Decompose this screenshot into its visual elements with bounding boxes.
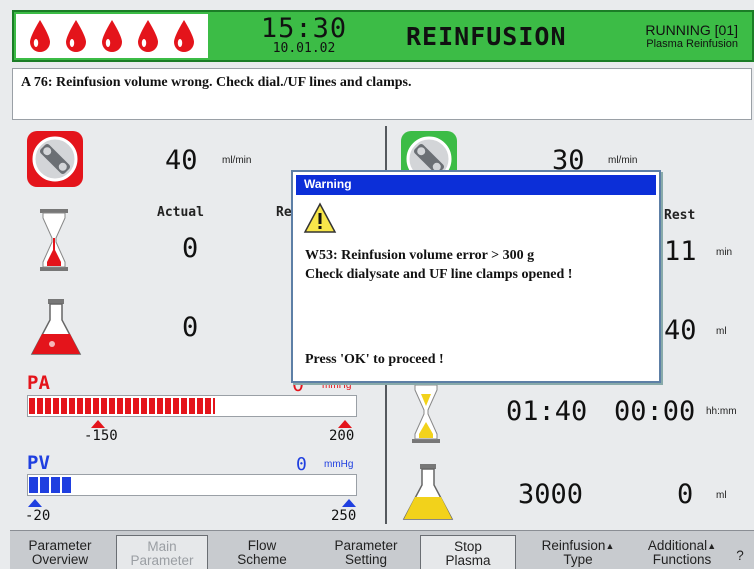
caret-up-icon: ▲ xyxy=(707,541,717,551)
warning-icon xyxy=(303,202,337,239)
pa-pressure-fill xyxy=(29,398,215,414)
btn-label-line1: Main xyxy=(147,539,177,554)
right-rest-time-unit: min xyxy=(716,247,733,258)
btn-label-line1: Parameter xyxy=(334,538,398,553)
left-pump-icon[interactable] xyxy=(26,130,84,193)
flask-red-icon xyxy=(30,298,82,363)
clock-time: 15:30 xyxy=(260,13,348,44)
btn-label-line1: Stop xyxy=(454,539,482,554)
btn-label-line1: Reinfusion xyxy=(541,538,606,553)
pv-max-label: 250 xyxy=(331,508,357,524)
alarm-message-bar: A 76: Reinfusion volume wrong. Check dia… xyxy=(12,68,752,120)
blood-drop-icon xyxy=(101,19,123,53)
blood-drop-icon xyxy=(65,19,87,53)
pa-label: PA xyxy=(27,372,50,394)
btn-label-line1: Parameter xyxy=(28,538,92,553)
left-volume-actual: 0 xyxy=(182,312,199,343)
right-rest-volume: 40 xyxy=(664,315,697,346)
flow-scheme-button[interactable]: Flow Scheme xyxy=(216,535,308,569)
volume-unit: ml xyxy=(716,490,727,501)
parameter-setting-button[interactable]: Parameter Setting xyxy=(316,535,416,569)
pv-pressure-bar xyxy=(27,474,357,496)
status-main: RUNNING [01] xyxy=(645,22,738,38)
blood-drops-indicator xyxy=(16,14,208,58)
pa-max-marker-icon xyxy=(338,420,352,428)
pv-unit: mmHg xyxy=(324,459,354,470)
blood-drop-icon xyxy=(173,19,195,53)
hourglass-yellow-icon xyxy=(410,380,442,449)
warning-dialog[interactable]: Warning W53: Reinfusion volume error > 3… xyxy=(291,170,661,383)
btn-label-line2: Setting xyxy=(344,552,388,567)
reinfusion-screen: 15:30 10.01.02 REINFUSION RUNNING [01] P… xyxy=(0,0,754,569)
pa-pressure-bar xyxy=(27,395,357,417)
hourglass-red-icon xyxy=(38,208,70,277)
pv-max-marker-icon xyxy=(342,499,356,507)
stop-plasma-button[interactable]: Stop Plasma xyxy=(420,535,516,569)
additional-functions-button[interactable]: Additional▲ Functions xyxy=(634,535,730,569)
timer-unit: hh:mm xyxy=(706,406,737,417)
help-button[interactable]: ? xyxy=(732,545,748,569)
parameter-overview-button[interactable]: Parameter Overview xyxy=(12,535,108,569)
run-status: RUNNING [01] Plasma Reinfusion xyxy=(645,22,738,51)
btn-label-line2: Plasma xyxy=(445,553,491,568)
pv-min-label: -20 xyxy=(25,508,51,524)
btn-label-line2: Overview xyxy=(31,552,89,567)
status-sub: Plasma Reinfusion xyxy=(646,38,738,50)
pv-min-marker-icon xyxy=(28,499,42,507)
btn-label-line2: Parameter xyxy=(130,553,194,568)
pa-max-label: 200 xyxy=(329,428,355,444)
col-rest-label: Rest xyxy=(664,208,696,223)
left-pump-rate: 40 xyxy=(165,145,198,176)
col-actual-label: Actual xyxy=(157,205,204,220)
main-parameter-button[interactable]: Main Parameter xyxy=(116,535,208,569)
right-rest-volume-unit: ml xyxy=(716,326,727,337)
btn-label-line2: Type xyxy=(563,552,593,567)
pv-value: 0 xyxy=(296,454,307,475)
blood-drop-icon xyxy=(137,19,159,53)
left-pump-unit: ml/min xyxy=(222,155,252,166)
clock: 15:30 10.01.02 xyxy=(244,13,364,56)
timer-rest: 00:00 xyxy=(614,396,696,427)
caret-up-icon: ▲ xyxy=(605,541,615,551)
btn-label-line2: Scheme xyxy=(237,552,287,567)
btn-label-line1: Flow xyxy=(247,538,277,553)
softkey-bar: Parameter Overview Main Parameter Flow S… xyxy=(10,530,754,569)
timer-actual: 01:40 xyxy=(506,396,588,427)
pa-min-marker-icon xyxy=(91,420,105,428)
pv-pressure-fill xyxy=(29,477,71,493)
blood-drop-icon xyxy=(29,19,51,53)
col-rest-label-partial: Re xyxy=(276,205,292,220)
volume-actual: 3000 xyxy=(518,479,584,510)
pv-label: PV xyxy=(27,452,50,474)
volume-rest: 0 xyxy=(677,479,694,510)
clock-date: 10.01.02 xyxy=(272,41,336,56)
dialog-message-line2: Check dialysate and UF line clamps opene… xyxy=(305,267,573,282)
dialog-title: Warning xyxy=(296,175,656,195)
mode-title: REINFUSION xyxy=(406,22,567,51)
right-pump-unit: ml/min xyxy=(608,155,638,166)
btn-label-line1: Additional xyxy=(647,538,708,553)
pa-min-label: -150 xyxy=(84,428,118,444)
dialog-prompt: Press 'OK' to proceed ! xyxy=(305,352,444,367)
reinfusion-type-button[interactable]: Reinfusion▲ Type xyxy=(528,535,628,569)
btn-label-line2: Functions xyxy=(652,552,712,567)
header-bar: 15:30 10.01.02 REINFUSION RUNNING [01] P… xyxy=(12,10,754,62)
dialog-message-line1: W53: Reinfusion volume error > 300 g xyxy=(305,248,535,263)
right-rest-time: 11 xyxy=(664,236,697,267)
flask-yellow-icon xyxy=(402,463,454,528)
left-time-actual: 0 xyxy=(182,233,199,264)
